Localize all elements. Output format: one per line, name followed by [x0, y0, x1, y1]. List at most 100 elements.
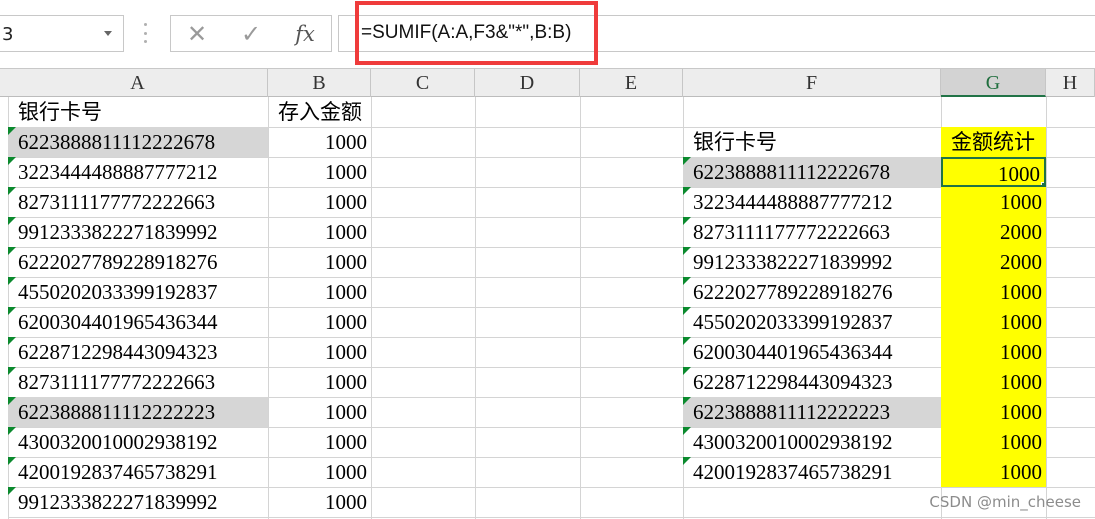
cell-total[interactable]: 2000: [941, 217, 1046, 247]
cell-card[interactable]: 6223888811112222223: [683, 397, 941, 427]
cell-a1[interactable]: 银行卡号: [8, 97, 268, 127]
cell-card[interactable]: 4200192837465738291: [8, 457, 268, 487]
column-header-g[interactable]: G: [941, 69, 1046, 97]
cell-total[interactable]: 1000: [941, 397, 1046, 427]
column-header-b[interactable]: B: [268, 69, 371, 97]
text-number-indicator-icon: [683, 337, 691, 345]
cell-card[interactable]: 4550202033399192837: [8, 277, 268, 307]
text-number-indicator-icon: [8, 247, 16, 255]
text-number-indicator-icon: [8, 337, 16, 345]
cell-card[interactable]: 8273111177772222663: [8, 367, 268, 397]
name-box-value: 3: [2, 24, 14, 45]
cell-card[interactable]: 3223444488887777212: [8, 157, 268, 187]
column-header-f[interactable]: F: [683, 69, 941, 97]
cell-card[interactable]: 6222027789228918276: [8, 247, 268, 277]
column-header-row: ABCDEFGH: [0, 68, 1095, 97]
cell-card[interactable]: 9912333822271839992: [8, 487, 268, 517]
cell-card[interactable]: 4550202033399192837: [683, 307, 941, 337]
formula-bar-area: 3 ✕ ✓ fx =SUMIF(A:A,F3&"*",B:B): [0, 0, 1095, 68]
cell-card[interactable]: 6228712298443094323: [683, 367, 941, 397]
text-number-indicator-icon: [683, 457, 691, 465]
cell-total[interactable]: 1000: [941, 427, 1046, 457]
cell-amount[interactable]: 1000: [268, 337, 371, 367]
text-number-indicator-icon: [683, 367, 691, 375]
cell-card[interactable]: 6200304401965436344: [683, 337, 941, 367]
cell-card[interactable]: 3223444488887777212: [683, 187, 941, 217]
grid-vline: [475, 97, 476, 519]
cell-total[interactable]: 1000: [941, 337, 1046, 367]
column-header-c[interactable]: C: [371, 69, 475, 97]
cell-card[interactable]: 4200192837465738291: [683, 457, 941, 487]
text-number-indicator-icon: [8, 157, 16, 165]
cell-amount[interactable]: 1000: [268, 217, 371, 247]
cell-card[interactable]: 4300320010002938192: [8, 427, 268, 457]
formula-buttons: ✕ ✓ fx: [170, 15, 332, 52]
cell-total[interactable]: 1000: [941, 187, 1046, 217]
text-number-indicator-icon: [683, 277, 691, 285]
cell-total[interactable]: 1000: [941, 277, 1046, 307]
cell-card[interactable]: 8273111177772222663: [683, 217, 941, 247]
text-number-indicator-icon: [683, 217, 691, 225]
cell-amount[interactable]: 1000: [268, 307, 371, 337]
column-header-h[interactable]: H: [1046, 69, 1095, 97]
insert-function-icon[interactable]: fx: [285, 16, 325, 51]
chevron-down-icon[interactable]: [104, 31, 112, 36]
text-number-indicator-icon: [8, 457, 16, 465]
cell-card[interactable]: 8273111177772222663: [8, 187, 268, 217]
cell-amount[interactable]: 1000: [268, 487, 371, 517]
cell-card[interactable]: 6200304401965436344: [8, 307, 268, 337]
column-header-a[interactable]: A: [8, 69, 268, 97]
name-box[interactable]: 3: [0, 15, 124, 52]
active-cell-g3[interactable]: 1000: [941, 157, 1046, 187]
cell-card[interactable]: 6222027789228918276: [683, 277, 941, 307]
text-number-indicator-icon: [683, 157, 691, 165]
text-number-indicator-icon: [8, 127, 16, 135]
cell-amount[interactable]: 1000: [268, 457, 371, 487]
cell-amount[interactable]: 1000: [268, 247, 371, 277]
watermark: CSDN @min_cheese: [929, 493, 1081, 511]
cell-card[interactable]: 6223888811112222678: [683, 157, 941, 187]
cancel-icon[interactable]: ✕: [177, 16, 217, 51]
text-number-indicator-icon: [8, 427, 16, 435]
cell-total[interactable]: 2000: [941, 247, 1046, 277]
cell-total[interactable]: 1000: [941, 457, 1046, 487]
text-number-indicator-icon: [683, 247, 691, 255]
cell-amount[interactable]: 1000: [268, 277, 371, 307]
text-number-indicator-icon: [8, 187, 16, 195]
grid-vline: [1046, 97, 1047, 519]
sheet-grid: 银行卡号 存入金额 6223888811112222678 1000 322344448…: [0, 97, 1095, 519]
grid-vline: [371, 97, 372, 519]
cell-f2[interactable]: 银行卡号: [683, 127, 941, 157]
cell-amount[interactable]: 1000: [268, 187, 371, 217]
cell-amount[interactable]: 1000: [268, 397, 371, 427]
cell-card[interactable]: 4300320010002938192: [683, 427, 941, 457]
cell-amount[interactable]: 1000: [268, 427, 371, 457]
cell-card[interactable]: 6223888811112222678: [8, 127, 268, 157]
text-number-indicator-icon: [8, 277, 16, 285]
cell-total[interactable]: 1000: [941, 307, 1046, 337]
text-number-indicator-icon: [683, 427, 691, 435]
cell-total[interactable]: 1000: [941, 367, 1046, 397]
column-header-e[interactable]: E: [580, 69, 683, 97]
cell-amount[interactable]: 1000: [268, 157, 371, 187]
text-number-indicator-icon: [683, 307, 691, 315]
text-number-indicator-icon: [683, 187, 691, 195]
cell-g2[interactable]: 金额统计: [941, 127, 1046, 157]
text-number-indicator-icon: [8, 307, 16, 315]
text-number-indicator-icon: [8, 217, 16, 225]
cell-amount[interactable]: 1000: [268, 127, 371, 157]
cell-b1[interactable]: 存入金额: [268, 97, 371, 127]
text-number-indicator-icon: [8, 487, 16, 495]
text-number-indicator-icon: [8, 367, 16, 375]
drag-handle-icon[interactable]: [143, 23, 147, 43]
enter-check-icon[interactable]: ✓: [231, 16, 271, 51]
cell-amount[interactable]: 1000: [268, 367, 371, 397]
grid-vline: [580, 97, 581, 519]
cell-card[interactable]: 9912333822271839992: [8, 217, 268, 247]
cell-card[interactable]: 6223888811112222223: [8, 397, 268, 427]
cell-card[interactable]: 9912333822271839992: [683, 247, 941, 277]
grid-hline: [8, 517, 1095, 518]
column-header-d[interactable]: D: [475, 69, 580, 97]
formula-highlight-box: [355, 1, 598, 65]
cell-card[interactable]: 6228712298443094323: [8, 337, 268, 367]
